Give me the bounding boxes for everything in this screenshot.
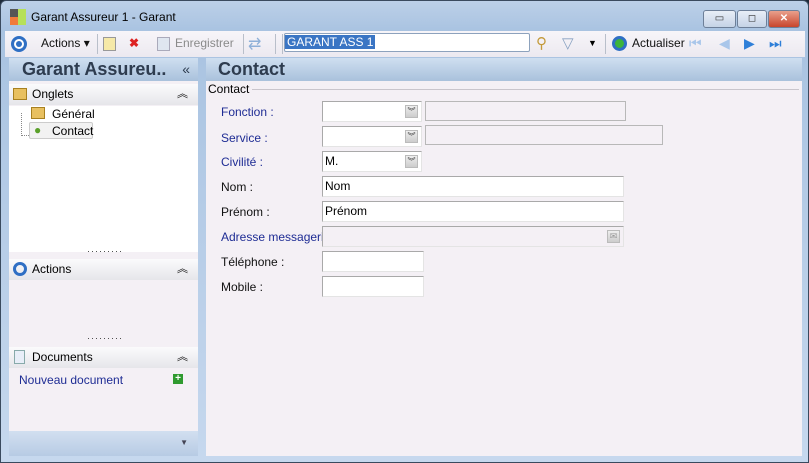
tree-item-contact-label: Contact (52, 124, 94, 138)
record-title: Garant Assureu.. (22, 59, 167, 79)
separator (282, 34, 283, 54)
actions-section-label: Actions (32, 262, 72, 276)
collapse-chevron-icon[interactable]: ︽ (177, 259, 188, 280)
delete-icon[interactable]: ✖ (129, 36, 139, 50)
chevron-down-icon[interactable]: ▼ (180, 438, 188, 447)
last-record-icon[interactable]: ⏭ (769, 35, 782, 52)
sync-icon[interactable]: ⇄ (248, 34, 261, 54)
next-record-icon[interactable]: ▶ (744, 35, 755, 52)
fonction-label: Fonction : (221, 105, 274, 119)
documents-label: Documents (32, 350, 93, 364)
splitter-handle[interactable]: ········· (87, 246, 123, 256)
service-select[interactable]: ︾ (322, 126, 422, 147)
collapse-chevron-icon[interactable]: ︽ (177, 347, 188, 368)
window-title: Garant Assureur 1 - Garant (31, 10, 176, 24)
telephone-label: Téléphone : (221, 255, 285, 269)
prenom-label: Prénom : (221, 205, 270, 219)
separator (243, 34, 244, 54)
tree-item-general[interactable]: Général (52, 107, 95, 121)
onglets-section-header[interactable]: Onglets ︽ (9, 84, 198, 105)
actions-label: Actions (41, 36, 81, 50)
group-label: Contact (208, 82, 253, 96)
mobile-label: Mobile : (221, 280, 264, 294)
close-button[interactable]: ✕ (768, 10, 800, 28)
actions-section-header[interactable]: Actions ︽ (9, 259, 198, 280)
nom-input[interactable]: Nom (322, 176, 624, 197)
group-divider (213, 89, 799, 90)
maximize-button[interactable]: ◻ (737, 10, 767, 28)
refresh-button[interactable]: Actualiser (632, 36, 685, 50)
actions-icon (13, 262, 27, 276)
folder-icon (13, 88, 27, 100)
splitter-handle[interactable]: ········· (87, 333, 123, 343)
service-label: Service : (221, 131, 268, 145)
window: Garant Assureur 1 - Garant ▭ ◻ ✕ Actions… (0, 0, 809, 463)
email-input[interactable]: ✉ (322, 226, 624, 247)
fonction-detail-field (425, 101, 626, 121)
left-panel-title: Garant Assureu.. « (9, 58, 198, 81)
collapse-panel-button[interactable]: « (182, 58, 190, 81)
refresh-icon (612, 36, 627, 51)
search-value: GARANT ASS 1 (285, 35, 376, 49)
filter-dropdown-icon[interactable]: ▼ (588, 38, 597, 48)
filter-icon[interactable]: ▽ (562, 34, 574, 52)
documents-section-header[interactable]: Documents ︽ (9, 347, 198, 368)
new-document-link[interactable]: Nouveau document (19, 373, 123, 387)
page-title: Contact (206, 58, 802, 81)
minimize-button[interactable]: ▭ (703, 10, 736, 28)
chevron-down-icon[interactable]: ︾ (405, 105, 418, 118)
mail-icon[interactable]: ✉ (607, 230, 620, 243)
actions-menu[interactable]: Actions ▾ (41, 36, 90, 50)
new-icon[interactable] (103, 37, 116, 51)
save-button[interactable]: Enregistrer (175, 36, 234, 50)
person-icon: ● (34, 123, 42, 137)
prenom-input[interactable]: Prénom (322, 201, 624, 222)
civilite-value: M. (325, 154, 339, 168)
chevron-down-icon[interactable]: ︾ (405, 130, 418, 143)
email-label: Adresse messagerie : (221, 230, 338, 244)
folder-icon (31, 107, 45, 119)
fonction-select[interactable]: ︾ (322, 101, 422, 122)
civilite-label: Civilité : (221, 155, 264, 169)
save-icon (157, 37, 170, 51)
actions-icon (11, 36, 27, 52)
search-icon[interactable]: ⚲ (536, 34, 547, 52)
onglets-label: Onglets (32, 87, 74, 101)
search-input[interactable]: GARANT ASS 1 (284, 33, 530, 52)
tree-item-contact[interactable]: ● Contact (29, 122, 93, 139)
collapse-chevron-icon[interactable]: ︽ (177, 84, 188, 105)
separator (605, 34, 606, 54)
service-detail-field (425, 125, 663, 145)
nom-label: Nom : (221, 180, 254, 194)
telephone-input[interactable] (322, 251, 424, 272)
chevron-down-icon[interactable]: ︾ (405, 155, 418, 168)
separator (97, 34, 98, 54)
left-bottom-bar: ▼ (9, 431, 198, 456)
document-icon (14, 350, 25, 364)
first-record-icon[interactable]: ⏮ (689, 35, 702, 52)
mobile-input[interactable] (322, 276, 424, 297)
add-icon[interactable]: + (173, 374, 183, 384)
app-icon (10, 9, 26, 25)
civilite-select[interactable]: M. ︾ (322, 151, 422, 172)
previous-record-icon[interactable]: ◀ (719, 35, 730, 52)
separator (275, 34, 276, 54)
